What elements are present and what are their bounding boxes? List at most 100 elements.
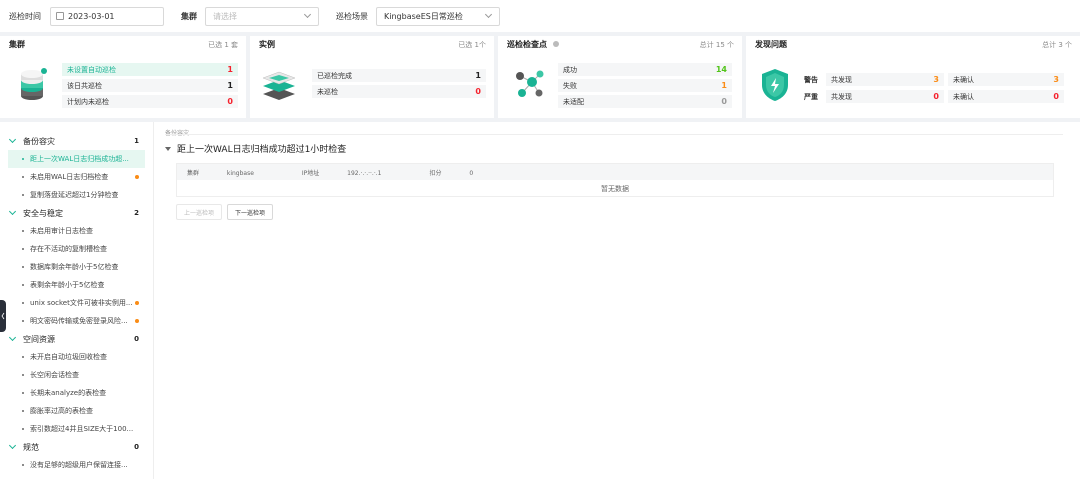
severe-found-value: 0	[933, 92, 939, 101]
stat-row[interactable]: 已巡检完成 1	[312, 69, 486, 82]
sidebar-item[interactable]: 表剩余年龄小于5亿检查	[0, 276, 153, 294]
item-label: 复制落盘延迟超过1分钟检查	[30, 191, 119, 199]
date-picker[interactable]: 2023-03-01	[50, 6, 164, 26]
stat-row[interactable]: 未巡检 0	[312, 85, 486, 98]
sidebar-item[interactable]: 未启用WAL日志归档检查	[0, 168, 153, 186]
chevron-left-icon	[1, 312, 5, 320]
stat-value: 14	[715, 65, 727, 74]
warning-dot-icon	[135, 175, 139, 179]
bullet-icon	[22, 230, 24, 232]
stat-row[interactable]: 该日共巡检 1	[62, 79, 238, 92]
stat-row[interactable]: 成功 14	[558, 63, 732, 76]
stat-label: 已巡检完成	[317, 71, 352, 80]
stat-label: 成功	[563, 65, 577, 74]
item-label: 明文密码传输或免密登录风险...	[30, 317, 128, 325]
warning-dot-icon	[135, 319, 139, 323]
checkpoint-card: 巡检检查点 总计 15 个 成功 14 失败 1 未适配 0	[498, 36, 742, 118]
sidebar-item[interactable]: 复制落盘延迟超过1分钟检查	[0, 186, 153, 204]
sidebar-item[interactable]: 数据库剩余年龄小于5亿检查	[0, 258, 153, 276]
cluster-info-value: kingbase	[226, 169, 254, 177]
warn-label: 警告	[804, 75, 818, 84]
next-item-button[interactable]: 下一巡检项	[227, 204, 274, 220]
stat-value: 0	[721, 97, 727, 106]
shield-icon	[762, 69, 788, 101]
inspection-time-label: 巡检时间	[9, 11, 41, 21]
bullet-icon	[22, 374, 24, 376]
stat-label: 该日共巡检	[67, 81, 102, 90]
sidebar-item[interactable]: 存在不活动的复制槽检查	[0, 240, 153, 258]
molecule-icon	[516, 70, 544, 97]
cluster-select[interactable]: 请选择	[205, 6, 319, 26]
check-title[interactable]: 距上一次WAL日志归档成功超过1小时检查	[165, 142, 346, 155]
empty-state: 暂无数据	[601, 184, 629, 193]
instance-stats: 已巡检完成 1 未巡检 0	[312, 69, 486, 101]
issues-card-title: 发现问题	[755, 40, 787, 49]
bullet-icon	[22, 302, 24, 304]
severe-found-row[interactable]: 共发现 0	[826, 90, 944, 103]
cluster-info: 集群 kingbase	[187, 168, 278, 177]
severe-label: 严重	[804, 92, 818, 101]
stat-value: 1	[227, 65, 233, 74]
item-label: 未启用WAL日志归档检查	[30, 173, 109, 181]
sidebar-item[interactable]: 膨胀率过高的表检查	[0, 402, 153, 420]
sidebar-item[interactable]: 距上一次WAL日志归档成功超...	[8, 150, 145, 168]
bullet-icon	[22, 356, 24, 358]
item-label: 未开启自动垃圾回收检查	[30, 353, 107, 361]
summary-cards: 集群 已选 1 套 未设置自动巡检 1 该日共巡检 1 计划内未巡检 0 实例 …	[0, 36, 1080, 118]
chevron-down-icon	[303, 10, 312, 19]
bullet-icon	[22, 320, 24, 322]
bullet-icon	[22, 158, 24, 160]
bullet-icon	[22, 284, 24, 286]
bullet-icon	[22, 392, 24, 394]
sidebar-item[interactable]: 索引数超过4并且SIZE大于100...	[0, 420, 153, 438]
stat-row[interactable]: 未设置自动巡检 1	[62, 63, 238, 76]
sidebar-group[interactable]: 安全与稳定 2	[0, 204, 153, 222]
warn-unconfirmed-row[interactable]: 未确认 3	[948, 73, 1064, 86]
item-label: 膨胀率过高的表检查	[30, 407, 93, 415]
sidebar-item[interactable]: 长期未analyze的表检查	[0, 384, 153, 402]
found-label: 共发现	[831, 75, 852, 84]
detail-panel: 备份容灾 距上一次WAL日志归档成功超过1小时检查 集群 kingbase IP…	[165, 122, 1065, 479]
group-label: 空间资源	[23, 334, 55, 344]
ip-info-value: 192.·.·.··.·.1	[347, 169, 382, 177]
info-icon[interactable]	[552, 41, 559, 47]
sidebar-item[interactable]: 未启用审计日志检查	[0, 222, 153, 240]
scene-label: 巡检场景	[336, 11, 368, 21]
severe-unconfirmed-value: 0	[1053, 92, 1059, 101]
stat-value: 1	[475, 71, 481, 80]
score-info-value: 0	[469, 169, 474, 177]
bullet-icon	[22, 266, 24, 268]
ip-info-label: IP地址	[301, 169, 320, 177]
sidebar-item[interactable]: 未开启自动垃圾回收检查	[0, 348, 153, 366]
table-header: 集群 kingbase IP地址 192.·.·.··.·.1 扣分 0	[177, 164, 1053, 180]
cluster-stats: 未设置自动巡检 1 该日共巡检 1 计划内未巡检 0	[62, 63, 238, 111]
stat-row[interactable]: 失败 1	[558, 79, 732, 92]
divider	[165, 134, 1063, 135]
group-count: 0	[134, 335, 139, 343]
cluster-select-placeholder: 请选择	[213, 11, 237, 21]
warn-found-row[interactable]: 共发现 3	[826, 73, 944, 86]
stat-label: 计划内未巡检	[67, 97, 109, 106]
sidebar-item[interactable]: unix socket文件可被非实例用...	[0, 294, 153, 312]
ip-info: IP地址 192.·.·.··.·.1	[302, 168, 406, 177]
item-label: 表剩余年龄小于5亿检查	[30, 281, 105, 289]
chevron-down-icon	[8, 135, 17, 144]
stat-row[interactable]: 未适配 0	[558, 95, 732, 108]
stat-row[interactable]: 计划内未巡检 0	[62, 95, 238, 108]
scene-select[interactable]: KingbaseES日常巡检	[376, 6, 500, 26]
sidebar-group[interactable]: 备份容灾 1	[0, 132, 153, 150]
stat-label: 未设置自动巡检	[67, 65, 116, 74]
collapse-handle[interactable]	[0, 300, 6, 332]
sidebar-item[interactable]: 长空闲会话检查	[0, 366, 153, 384]
instance-card-title: 实例	[259, 40, 275, 49]
prev-item-button[interactable]: 上一巡检项	[176, 204, 223, 220]
checkpoint-stats: 成功 14 失败 1 未适配 0	[558, 63, 732, 111]
cluster-filter-label: 集群	[181, 11, 197, 21]
item-label: 索引数超过4并且SIZE大于100...	[30, 425, 134, 433]
sidebar-item[interactable]: 明文密码传输或免密登录风险...	[0, 312, 153, 330]
severe-unconfirmed-row[interactable]: 未确认 0	[948, 90, 1064, 103]
sidebar-group[interactable]: 空间资源 0	[0, 330, 153, 348]
sidebar-item[interactable]: 没有足够的超级用户保留连接...	[0, 456, 153, 474]
instance-card: 实例 已选 1个 已巡检完成 1 未巡检 0	[250, 36, 494, 118]
sidebar-group[interactable]: 规范 0	[0, 438, 153, 456]
